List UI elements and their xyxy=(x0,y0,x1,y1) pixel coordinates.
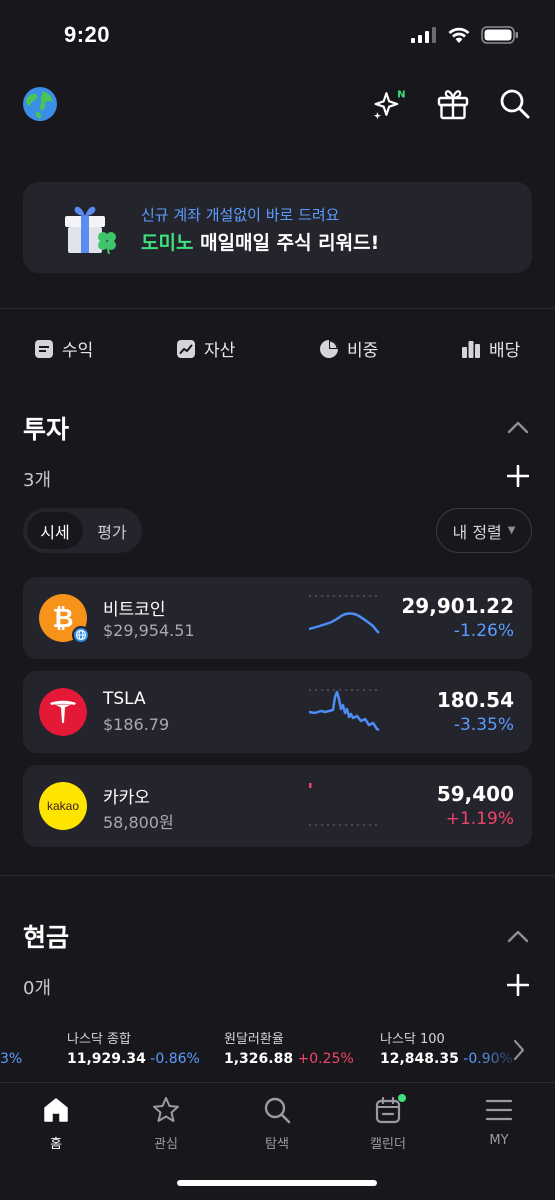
chevron-right-icon[interactable] xyxy=(512,1038,526,1062)
menu-icon xyxy=(485,1099,513,1121)
market-ticker[interactable]: 3% 나스닥 종합 11,929.34 -0.86% 원달러환율 1,326.8… xyxy=(0,1018,555,1082)
nav-explore[interactable]: 탐색 xyxy=(232,1095,322,1152)
divider xyxy=(0,308,555,309)
cellular-signal-icon xyxy=(411,27,436,43)
nav-label: 홈 xyxy=(50,1137,62,1152)
status-icons xyxy=(411,26,519,44)
promo-title-rest: 매일매일 주식 리워드! xyxy=(193,232,380,254)
svg-text:₿: ₿ xyxy=(52,604,73,634)
nav-label: MY xyxy=(489,1133,509,1148)
stock-card-bitcoin[interactable]: ₿ 비트코인 $29,954.51 29,901.22 -1.26% xyxy=(23,577,532,659)
tab-profit[interactable]: 수익 xyxy=(34,336,93,361)
nav-label: 관심 xyxy=(154,1137,178,1152)
nav-calendar[interactable]: 캘린더 xyxy=(343,1094,433,1152)
tab-label: 수익 xyxy=(62,341,94,361)
ticker-value: 11,929.34 xyxy=(67,1051,146,1067)
bar-chart-icon xyxy=(462,340,480,358)
tab-dividend[interactable]: 배당 xyxy=(461,336,520,361)
ticker-partial-item: 3% xyxy=(0,1048,22,1067)
kakao-logo-text: kakao xyxy=(46,799,80,813)
nav-label: 탐색 xyxy=(265,1137,289,1152)
ticker-value: 12,848.35 xyxy=(380,1051,459,1067)
sparkline-chart xyxy=(308,689,380,732)
segment-price[interactable]: 시세 xyxy=(27,512,83,549)
battery-icon xyxy=(481,26,518,44)
pie-chart-icon xyxy=(320,339,338,358)
ticker-item[interactable]: 나스닥 종합 11,929.34 -0.86% xyxy=(67,1028,200,1067)
svg-text:N: N xyxy=(397,90,405,101)
cash-count: 0개 xyxy=(23,978,52,999)
sparkline-chart xyxy=(308,595,380,634)
home-icon xyxy=(44,1098,68,1122)
stock-price: 180.54 xyxy=(436,688,514,712)
tab-label: 배당 xyxy=(489,341,521,361)
tab-weight[interactable]: 비중 xyxy=(319,336,378,361)
divider xyxy=(0,875,555,876)
stock-name: 카카오 xyxy=(103,788,150,808)
star-icon xyxy=(153,1097,179,1122)
add-icon[interactable] xyxy=(507,974,529,996)
promo-title: 도미노 매일매일 주식 리워드! xyxy=(141,228,379,255)
sort-button[interactable]: 내 정렬 ▼ xyxy=(436,508,532,553)
search-icon xyxy=(264,1097,291,1124)
ticker-value: 1,326.88 xyxy=(224,1051,294,1067)
home-indicator xyxy=(177,1180,377,1186)
nav-home[interactable]: 홈 xyxy=(11,1095,101,1152)
stock-name: TSLA xyxy=(103,689,146,709)
search-icon[interactable] xyxy=(497,86,533,122)
stock-sub-price: $186.79 xyxy=(103,715,170,734)
kakao-logo: kakao xyxy=(39,782,87,830)
segment-valuation[interactable]: 평가 xyxy=(85,512,139,549)
ticker-change: -0.86% xyxy=(150,1051,200,1067)
dropdown-triangle-icon: ▼ xyxy=(507,525,516,536)
bitcoin-logo: ₿ xyxy=(39,594,90,644)
nav-watchlist[interactable]: 관심 xyxy=(121,1095,211,1152)
stock-card-tsla[interactable]: TSLA $186.79 180.54 -3.35% xyxy=(23,671,532,753)
stock-card-kakao[interactable]: kakao 카카오 58,800원 59,400 +1.19% xyxy=(23,765,532,847)
tab-label: 자산 xyxy=(204,341,236,361)
chevron-up-icon[interactable] xyxy=(507,929,529,943)
ticker-item[interactable]: 원달러환율 1,326.88 +0.25% xyxy=(224,1028,354,1067)
ticker-partial-change: 3% xyxy=(0,1051,23,1067)
promo-banner[interactable]: 신규 계좌 개설없이 바로 드려요 도미노 매일매일 주식 리워드! xyxy=(23,182,532,273)
invest-count: 3개 xyxy=(23,470,52,491)
ai-sparkle-icon[interactable]: N xyxy=(372,86,408,122)
add-icon[interactable] xyxy=(507,465,529,487)
stock-name: 비트코인 xyxy=(103,600,166,620)
nav-label: 캘린더 xyxy=(370,1137,406,1152)
stock-sub-price: 58,800원 xyxy=(103,813,174,832)
cash-section-title: 현금 xyxy=(23,923,70,952)
stock-price: 59,400 xyxy=(436,782,514,806)
stock-change: -3.35% xyxy=(453,715,514,735)
chevron-up-icon[interactable] xyxy=(507,420,529,434)
stock-change: -1.26% xyxy=(453,621,514,641)
stock-change: +1.19% xyxy=(445,809,514,829)
view-segment-control: 시세 평가 xyxy=(23,508,142,553)
stock-sub-price: $29,954.51 xyxy=(103,621,195,640)
status-time: 9:20 xyxy=(64,22,111,47)
promo-subtitle: 신규 계좌 개설없이 바로 드려요 xyxy=(141,206,340,224)
stock-price: 29,901.22 xyxy=(401,594,514,618)
gift-clover-icon xyxy=(65,206,116,255)
invest-section-title: 투자 xyxy=(23,415,70,444)
tab-label: 비중 xyxy=(347,341,379,361)
ticker-change: +0.25% xyxy=(297,1051,354,1067)
gift-icon[interactable] xyxy=(435,86,471,122)
promo-title-highlight: 도미노 xyxy=(141,232,194,254)
sparkline-chart xyxy=(309,783,379,826)
globe-icon[interactable] xyxy=(22,86,58,122)
wifi-icon xyxy=(448,27,470,43)
calendar-icon xyxy=(375,1094,406,1124)
sort-label: 내 정렬 xyxy=(452,522,502,542)
tab-assets[interactable]: 자산 xyxy=(176,336,235,361)
ticker-name: 원달러환율 xyxy=(224,1032,284,1047)
chart-trend-icon xyxy=(177,339,195,358)
ticker-name: 나스닥 종합 xyxy=(67,1032,131,1047)
nav-my[interactable]: MY xyxy=(454,1095,544,1148)
tesla-logo xyxy=(39,688,87,736)
document-icon xyxy=(35,339,53,358)
